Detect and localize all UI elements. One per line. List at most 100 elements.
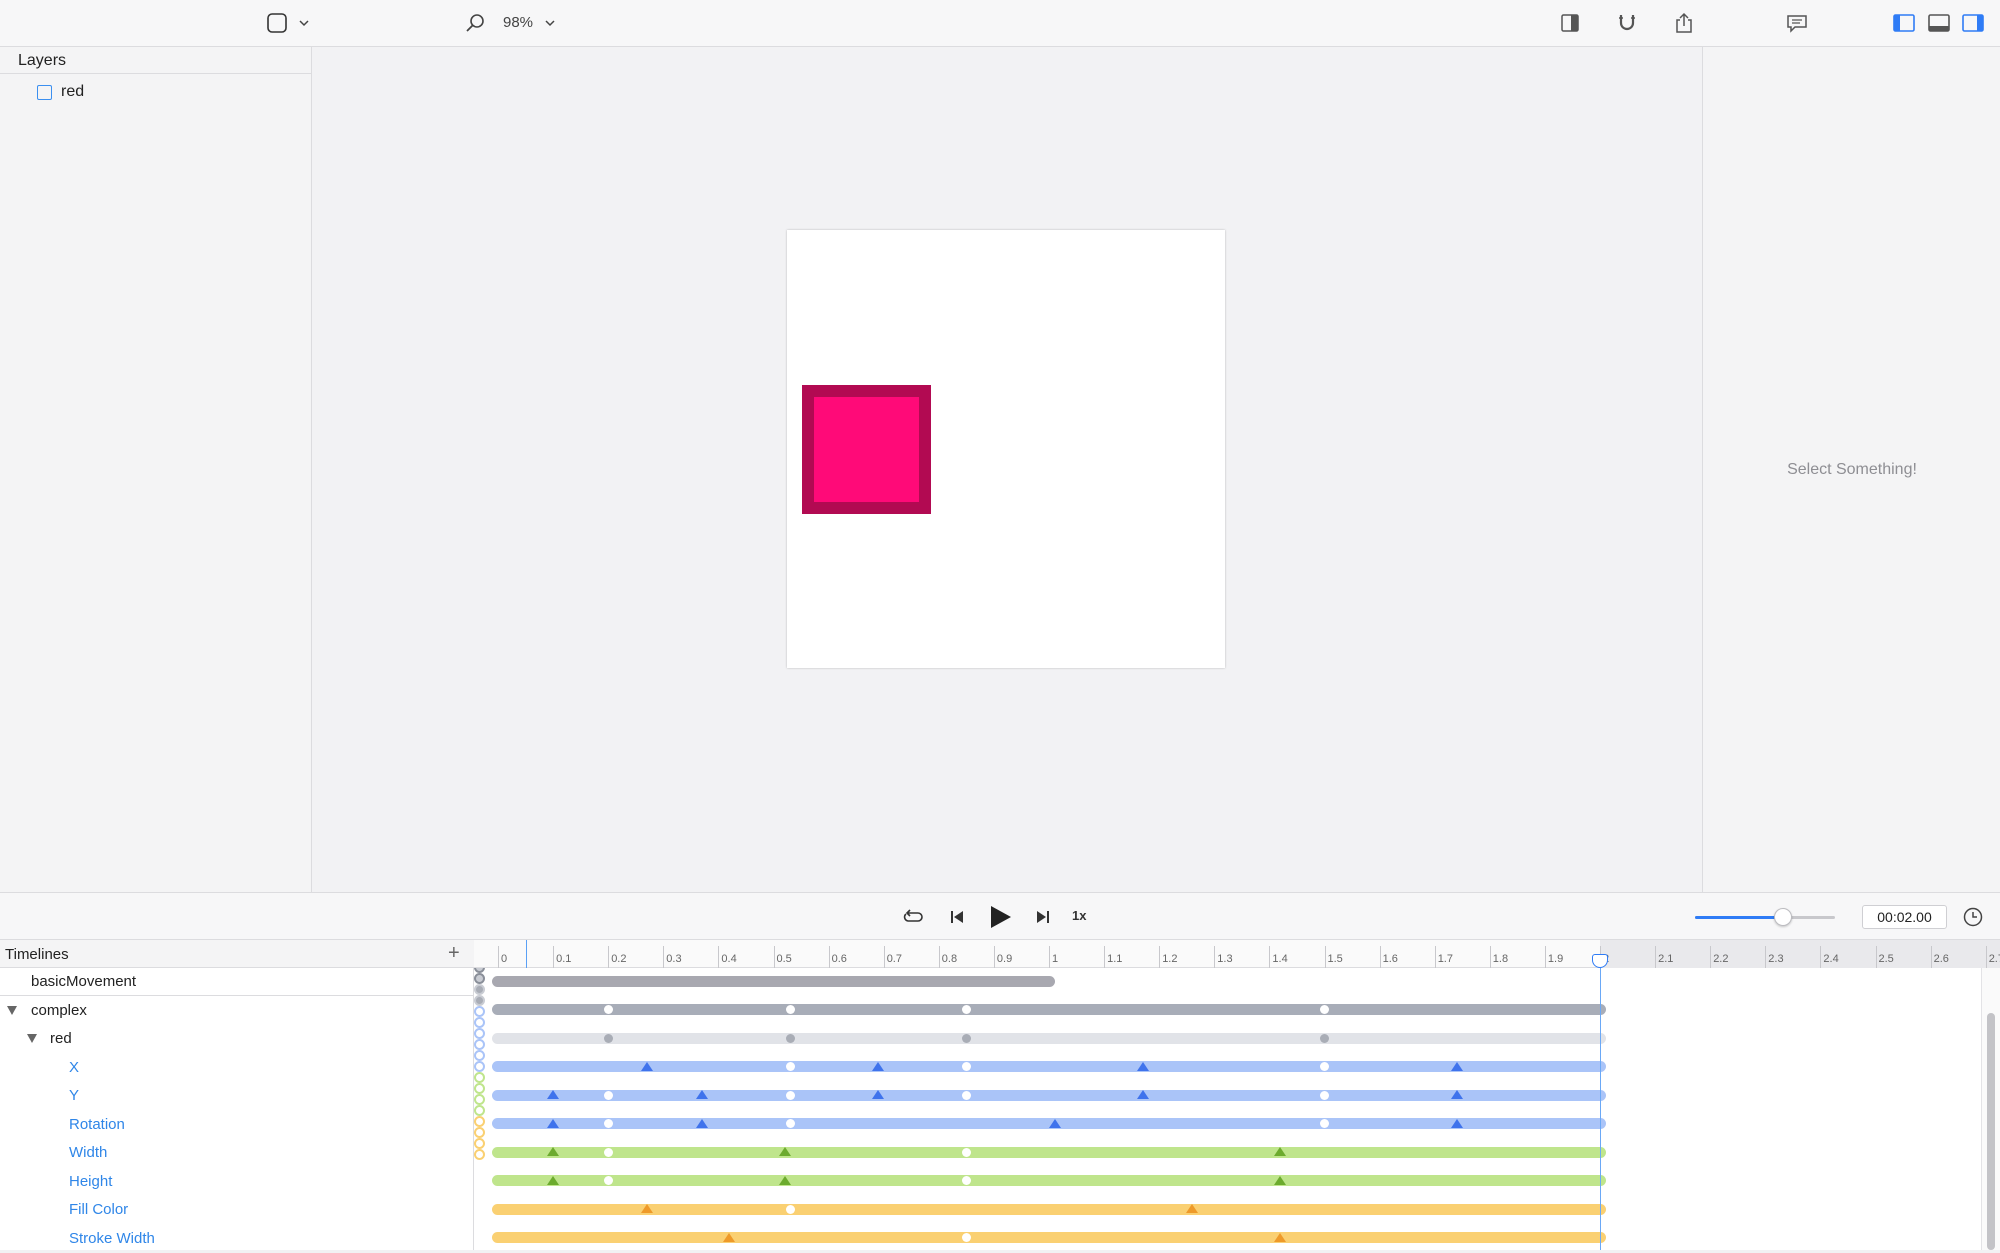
track-end-keyframe[interactable] [474, 1017, 485, 1028]
easing-marker[interactable] [1048, 1118, 1061, 1128]
disclosure-triangle-icon[interactable] [27, 1034, 37, 1043]
slider-knob[interactable] [1774, 908, 1793, 926]
track-bar[interactable] [492, 1146, 1606, 1158]
timeline-row-y[interactable]: Y [0, 1082, 474, 1110]
track-bar[interactable] [492, 1089, 1606, 1101]
share-icon[interactable] [1671, 10, 1697, 36]
timeline-row-basicmovement[interactable]: basicMovement [0, 968, 474, 996]
easing-marker[interactable] [872, 1090, 885, 1099]
track-bar[interactable] [492, 1032, 1606, 1044]
track-end-keyframe[interactable] [474, 973, 485, 984]
add-timeline-button[interactable]: + [448, 942, 460, 965]
timeline-row-complex[interactable]: complex [0, 997, 474, 1025]
track-bar[interactable] [492, 1061, 1606, 1072]
track-end-keyframe[interactable] [474, 1061, 485, 1072]
track-start-keyframe[interactable] [474, 1028, 485, 1039]
track-bar[interactable] [492, 975, 1055, 987]
keyframe[interactable] [1320, 1005, 1329, 1014]
skip-forward-icon[interactable] [1030, 905, 1056, 929]
playback-speed[interactable]: 1x [1072, 908, 1086, 923]
bottom-panel-icon[interactable] [1926, 10, 1952, 36]
easing-marker[interactable] [1274, 1175, 1287, 1185]
rectangle-tool-icon[interactable] [264, 10, 290, 36]
timeline-zoom-slider[interactable] [1695, 908, 1835, 926]
keyframe[interactable] [1320, 1033, 1329, 1043]
easing-marker[interactable] [1450, 1090, 1463, 1099]
track-bar[interactable] [492, 1232, 1606, 1243]
skip-back-icon[interactable] [944, 905, 970, 929]
track-bar[interactable] [492, 1175, 1606, 1186]
easing-marker[interactable] [778, 1175, 791, 1185]
easing-marker[interactable] [695, 1090, 708, 1099]
keyframe[interactable] [603, 1005, 613, 1014]
easing-marker[interactable] [778, 1147, 791, 1156]
track-end-keyframe[interactable] [474, 1039, 485, 1050]
loop-icon[interactable] [900, 905, 926, 929]
zoom-level[interactable]: 98% [503, 14, 533, 31]
easing-marker[interactable] [1450, 1061, 1463, 1071]
track-end-keyframe[interactable] [474, 1105, 485, 1116]
right-panel-icon[interactable] [1960, 10, 1986, 36]
track-start-keyframe[interactable] [474, 1006, 485, 1017]
keyframe[interactable] [961, 1033, 971, 1043]
keyframe[interactable] [785, 1005, 795, 1014]
panel-toggle-icon[interactable] [1557, 10, 1583, 36]
canvas[interactable] [312, 47, 1702, 892]
timeline-row-stroke-width[interactable]: Stroke Width [0, 1225, 474, 1253]
track-end-keyframe[interactable] [474, 1127, 485, 1138]
easing-marker[interactable] [640, 1061, 653, 1071]
track-start-keyframe[interactable] [474, 984, 485, 995]
search-icon[interactable] [462, 10, 488, 36]
keyframe[interactable] [961, 1176, 971, 1185]
clock-icon[interactable] [1960, 905, 1986, 929]
easing-marker[interactable] [1274, 1232, 1287, 1242]
easing-marker[interactable] [640, 1204, 653, 1213]
keyframe[interactable] [1320, 1090, 1329, 1100]
keyframe[interactable] [785, 1090, 795, 1100]
keyframe[interactable] [785, 1033, 795, 1043]
chevron-down-icon[interactable] [294, 10, 314, 36]
timeline-row-red[interactable]: red [0, 1025, 474, 1053]
keyframe[interactable] [785, 1204, 795, 1214]
track-start-keyframe[interactable] [474, 1094, 485, 1105]
magnet-icon[interactable] [1614, 10, 1640, 36]
red-rectangle-shape[interactable] [802, 385, 931, 514]
track-end-keyframe[interactable] [474, 995, 485, 1006]
time-ruler[interactable]: 0 0.1 0.2 0.3 0.4 0.5 0.6 0.7 0.8 0.9 1 1.1 1.2 1.3 1.… [474, 940, 2000, 968]
easing-marker[interactable] [547, 1090, 560, 1099]
track-start-keyframe[interactable] [474, 1072, 485, 1083]
current-time-field[interactable]: 00:02.00 [1862, 905, 1947, 929]
timeline-row-fill-color[interactable]: Fill Color [0, 1196, 474, 1224]
disclosure-triangle-icon[interactable] [7, 1005, 17, 1015]
easing-marker[interactable] [1274, 1147, 1287, 1156]
keyframe[interactable] [603, 1147, 613, 1157]
easing-marker[interactable] [547, 1147, 560, 1156]
track-start-keyframe[interactable] [474, 1050, 485, 1061]
timeline-tracks[interactable]: 0 0.1 0.2 0.3 0.4 0.5 0.6 0.7 0.8 0.9 1 1.1 1.2 1.3 1.… [474, 940, 2000, 1250]
track-bar[interactable] [492, 1203, 1606, 1215]
easing-marker[interactable] [1136, 1061, 1149, 1071]
layer-item-red[interactable]: red [37, 81, 84, 103]
easing-marker[interactable] [1450, 1118, 1463, 1128]
timeline-row-rotation[interactable]: Rotation [0, 1111, 474, 1139]
easing-marker[interactable] [695, 1118, 708, 1128]
easing-marker[interactable] [1186, 1204, 1199, 1213]
track-start-keyframe[interactable] [474, 1116, 485, 1127]
track-end-keyframe[interactable] [474, 1149, 485, 1160]
timeline-row-x[interactable]: X [0, 1054, 474, 1082]
keyframe[interactable] [1320, 1119, 1329, 1128]
easing-marker[interactable] [1136, 1090, 1149, 1099]
artboard[interactable] [787, 230, 1225, 668]
keyframe[interactable] [603, 1090, 613, 1100]
play-icon[interactable] [984, 905, 1016, 929]
keyframe[interactable] [603, 1176, 613, 1185]
comment-icon[interactable] [1784, 10, 1810, 36]
easing-marker[interactable] [547, 1175, 560, 1185]
keyframe[interactable] [785, 1119, 795, 1128]
easing-marker[interactable] [872, 1061, 885, 1071]
easing-marker[interactable] [547, 1118, 560, 1128]
keyframe[interactable] [961, 1090, 971, 1100]
vertical-scrollbar[interactable] [1981, 968, 2000, 1250]
track-start-keyframe[interactable] [474, 1138, 485, 1149]
timeline-row-width[interactable]: Width [0, 1139, 474, 1167]
